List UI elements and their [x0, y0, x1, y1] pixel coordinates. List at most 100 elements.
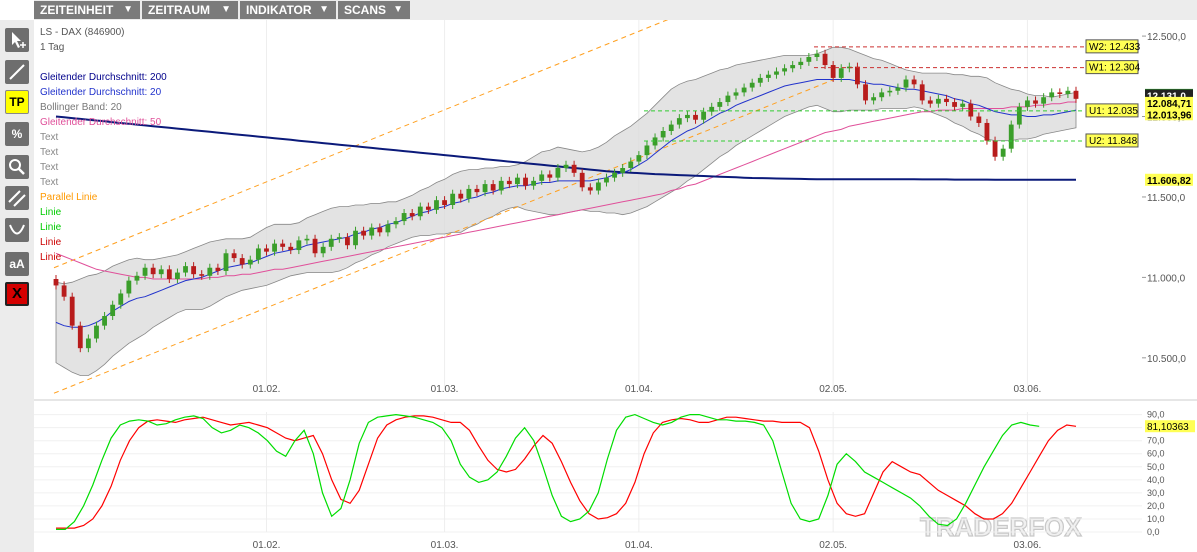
stoch-y-tick-label: 40,0	[1147, 475, 1165, 485]
candle-body	[191, 266, 197, 275]
delete-label: X	[11, 285, 22, 302]
text-size-tool-button[interactable]: aA	[5, 252, 29, 276]
candle-body	[838, 68, 844, 78]
candle-body	[231, 253, 237, 259]
candle-body	[636, 155, 642, 162]
candle-body	[118, 293, 124, 305]
candle-body	[255, 248, 261, 260]
zoom-tool-button[interactable]	[5, 155, 29, 179]
candle-body	[547, 174, 553, 178]
candle-body	[1073, 90, 1079, 99]
chart-area[interactable]: TRADERFOX TRADERFOX 01.02.01.03.01.04.02…	[34, 20, 1197, 552]
legend-entry: Gleitender Durchschnitt: 50	[40, 117, 162, 128]
candle-body	[798, 61, 804, 66]
stoch-y-tick-label: 0,0	[1147, 527, 1160, 537]
candle-body	[685, 114, 690, 119]
menu-zeiteinheit[interactable]: ZEITEINHEIT ▼	[34, 1, 140, 19]
y-tick-label: 12.500,0	[1147, 32, 1186, 43]
candle-body	[531, 180, 537, 186]
menu-zeitraum[interactable]: ZEITRAUM ▼	[142, 1, 238, 19]
price-label: 12.013,96	[1147, 110, 1192, 121]
candle-body	[506, 180, 512, 185]
menu-label: ZEITEINHEIT	[40, 3, 114, 17]
candle-body	[644, 145, 650, 156]
dropdown-arrow-icon: ▼	[393, 4, 403, 15]
candle-body	[935, 98, 941, 104]
candle-body	[490, 184, 496, 191]
line-tool-button[interactable]	[5, 60, 29, 84]
candle-body	[353, 230, 358, 246]
candle-body	[166, 269, 172, 279]
candle-body	[968, 103, 974, 117]
cursor-tool-button[interactable]	[5, 28, 29, 52]
candle-body	[247, 259, 253, 265]
parallel-icon	[8, 190, 26, 207]
stoch-x-tick-label: 01.02.	[253, 540, 281, 551]
candle-body	[442, 200, 447, 205]
arc-icon	[9, 224, 25, 235]
candle-body	[1065, 90, 1071, 94]
candle-body	[150, 267, 156, 275]
candle-body	[61, 285, 67, 297]
stoch-y-tick-label: 90,0	[1147, 410, 1165, 420]
candle-body	[830, 65, 836, 78]
candle-body	[911, 79, 917, 85]
delete-tool-button[interactable]: X	[5, 282, 29, 306]
candle-body	[604, 177, 609, 183]
candle-body	[757, 77, 763, 83]
candle-body	[765, 74, 771, 78]
candle-body	[952, 102, 957, 107]
candle-body	[361, 230, 367, 236]
candle-body	[369, 227, 375, 236]
zoom-icon	[9, 159, 25, 175]
candle-body	[1049, 92, 1055, 98]
menu-indikator[interactable]: INDIKATOR ▼	[240, 1, 336, 19]
candle-body	[53, 279, 59, 286]
legend-entry: Text	[40, 147, 59, 158]
tp-tool-button[interactable]: TP	[5, 90, 29, 114]
candle-body	[822, 53, 828, 66]
candle-body	[1008, 124, 1014, 149]
candle-body	[927, 100, 933, 104]
candle-body	[814, 53, 820, 57]
candle-body	[474, 188, 480, 193]
arc-tool-button[interactable]	[5, 218, 29, 242]
candle-body	[555, 168, 561, 178]
candle-body	[1057, 92, 1063, 94]
candle-body	[134, 275, 140, 281]
menu-scans[interactable]: SCANS ▼	[338, 1, 410, 19]
legend-entry: Parallel Linie	[40, 192, 98, 203]
stoch-y-tick-label: 60,0	[1147, 449, 1165, 459]
level-label: W2: 12.433	[1089, 42, 1141, 53]
candle-body	[425, 206, 431, 210]
candle-body	[895, 87, 901, 91]
candle-body	[1041, 97, 1047, 104]
percent-tool-button[interactable]: %	[5, 122, 29, 146]
y-tick-label: 10.500,0	[1147, 354, 1186, 365]
candle-body	[887, 90, 893, 93]
legend-entry: Text	[40, 177, 59, 188]
candle-body	[992, 140, 998, 157]
candle-body	[183, 266, 188, 273]
level-label: W1: 12.304	[1089, 63, 1141, 74]
parallel-tool-button[interactable]	[5, 186, 29, 210]
candle-body	[328, 238, 334, 247]
x-tick-label: 01.02.	[253, 384, 281, 395]
candle-body	[401, 213, 407, 222]
candle-body	[272, 243, 277, 252]
candle-body	[264, 248, 269, 252]
legend-entry: Text	[40, 162, 59, 173]
candle-body	[158, 269, 164, 275]
price-label: 11.606,82	[1147, 176, 1191, 187]
stoch-y-tick-label: 70,0	[1147, 436, 1165, 446]
candle-body	[595, 182, 601, 191]
candle-body	[863, 84, 868, 101]
text-size-label: aA	[9, 257, 25, 271]
legend-entry: Text	[40, 132, 59, 143]
candle-body	[612, 172, 617, 178]
candle-body	[1033, 100, 1038, 104]
stoch-y-tick-label: 20,0	[1147, 501, 1165, 511]
legend-entry: Linie	[40, 237, 62, 248]
candle-body	[1016, 106, 1022, 125]
candle-body	[223, 253, 229, 271]
